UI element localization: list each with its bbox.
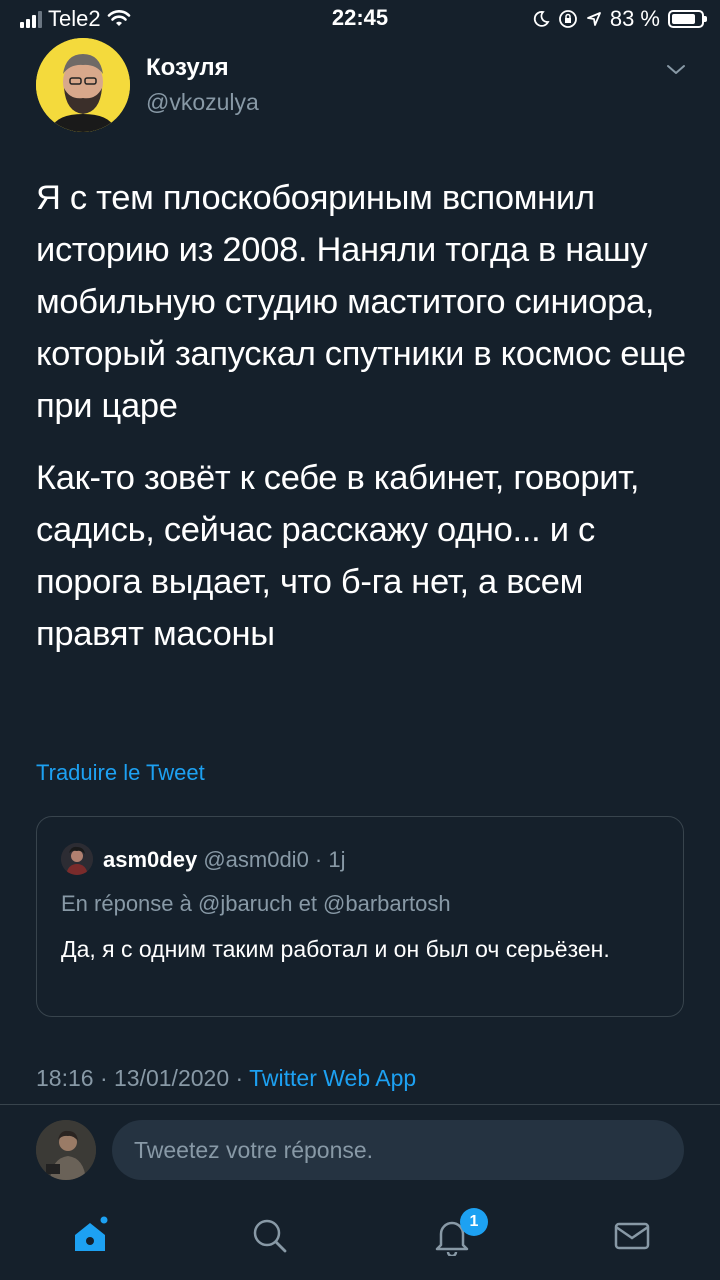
- quoted-author-meta: @asm0di0 · 1j: [203, 847, 346, 872]
- tweet-timestamp: 18:16 · 13/01/2020 · Twitter Web App: [36, 1065, 416, 1092]
- quoted-author-avatar: [61, 843, 93, 875]
- timestamp-date: 18:16 · 13/01/2020 ·: [36, 1065, 250, 1091]
- tab-bar: [0, 1196, 720, 1280]
- author-avatar[interactable]: [36, 38, 130, 132]
- quoted-tweet[interactable]: asm0dey @asm0di0 · 1j En réponse à @jbar…: [36, 816, 684, 1017]
- quoted-reply-context: En réponse à @jbaruch et @barbartosh: [61, 891, 451, 916]
- messages-icon[interactable]: [612, 1216, 652, 1256]
- reply-input[interactable]: [112, 1120, 684, 1180]
- divider: [0, 1104, 720, 1105]
- chevron-down-icon[interactable]: [664, 58, 688, 82]
- home-icon[interactable]: [70, 1216, 110, 1256]
- location-icon: [586, 12, 601, 26]
- author-handle[interactable]: @vkozulya: [146, 89, 259, 116]
- tweet-paragraph: Я с тем плоскобояриным вспомнил историю …: [36, 179, 686, 425]
- tweet-text: Я с тем плоскобояриным вспомнил историю …: [36, 172, 696, 680]
- quoted-tweet-text: Да, я с одним таким работал и он был оч …: [61, 936, 610, 962]
- notification-badge: 1: [460, 1208, 488, 1236]
- moon-icon: [533, 11, 550, 27]
- quoted-tweet-header: asm0dey @asm0di0 · 1j: [103, 847, 345, 873]
- user-avatar[interactable]: [36, 1120, 96, 1180]
- quoted-author-name: asm0dey: [103, 847, 198, 872]
- rotation-lock-icon: [558, 10, 577, 28]
- tweet-paragraph: Как-то зовёт к себе в кабинет, говорит, …: [36, 459, 640, 653]
- battery-percent: 83 %: [609, 6, 660, 31]
- search-icon[interactable]: [250, 1216, 290, 1256]
- status-right: 83 %: [532, 6, 707, 32]
- author-avatar-image: [36, 38, 130, 132]
- battery-icon: [668, 10, 707, 28]
- translate-tweet-link[interactable]: Traduire le Tweet: [36, 760, 205, 786]
- tweet-source-link[interactable]: Twitter Web App: [249, 1065, 416, 1091]
- author-name[interactable]: Козуля: [146, 54, 229, 82]
- status-bar: Tele2 22:45 83 %: [0, 0, 720, 36]
